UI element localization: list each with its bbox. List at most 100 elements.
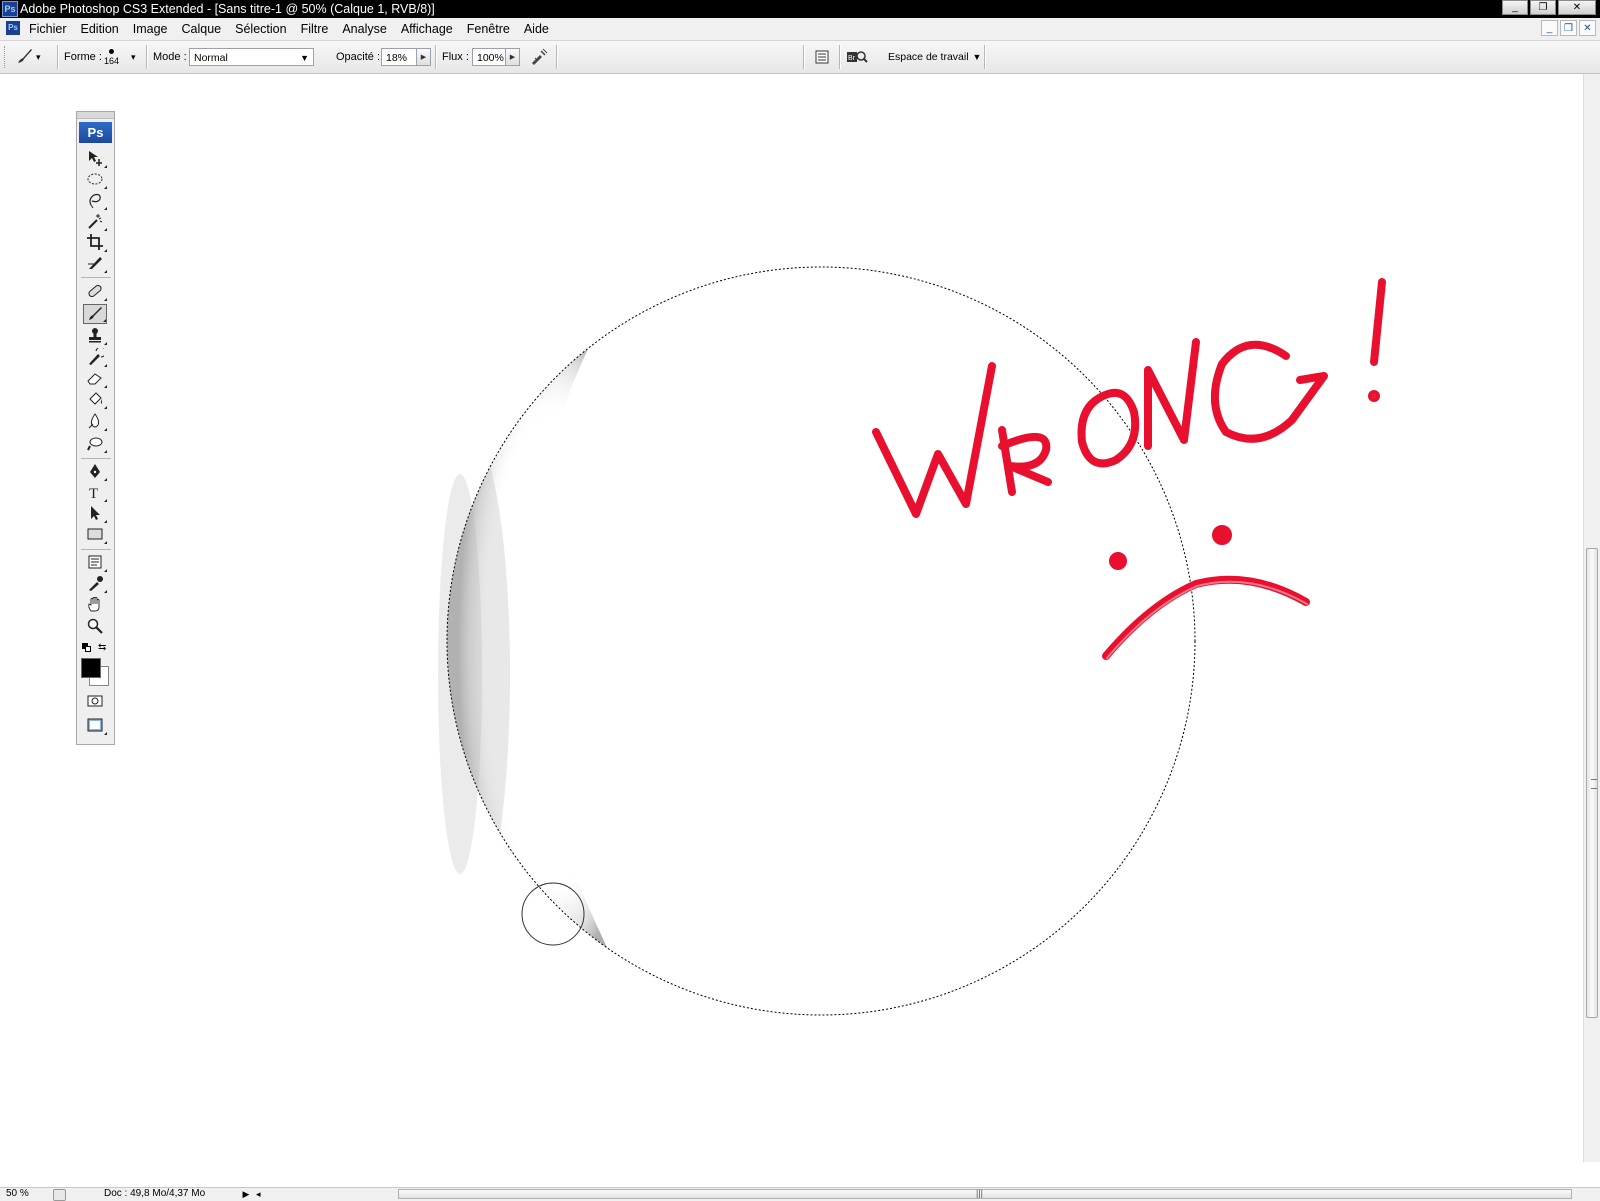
brush-tool[interactable]	[83, 304, 107, 324]
crop-tool[interactable]	[83, 233, 107, 253]
horizontal-scroll-thumb[interactable]	[398, 1189, 1572, 1199]
lasso-tool-icon	[86, 191, 104, 212]
menu-fichier[interactable]: Fichier	[29, 18, 74, 40]
title-bar: Ps Adobe Photoshop CS3 Extended - [Sans …	[0, 0, 1600, 18]
brush-preset-icon	[14, 45, 36, 70]
paint-bucket-tool[interactable]	[83, 390, 107, 410]
brush-picker-chevron-icon[interactable]: ▾	[131, 52, 136, 63]
history-brush-tool[interactable]	[83, 346, 107, 368]
crop-tool-icon	[86, 233, 104, 254]
menu-affichage[interactable]: Affichage	[394, 18, 460, 40]
clone-stamp-tool[interactable]	[83, 326, 107, 346]
zoom-tool-icon	[86, 617, 104, 638]
options-bar-grip[interactable]	[4, 46, 8, 68]
document-minimize-button[interactable]: _	[1541, 20, 1558, 36]
photoshop-app-icon: Ps	[2, 1, 18, 17]
default-colors-icon[interactable]	[82, 643, 92, 653]
eraser-tool[interactable]	[83, 369, 107, 389]
document-info: Doc : 49,8 Mo/4,37 Mo	[104, 1188, 206, 1199]
marquee-tool[interactable]	[83, 170, 107, 190]
dodge-tool[interactable]	[83, 434, 107, 454]
zoom-preview-icon[interactable]	[53, 1189, 66, 1201]
brush-shape-picker[interactable]: 164	[104, 41, 119, 73]
toolbox-panel: Ps T ⇆	[76, 111, 115, 745]
menu-filtre[interactable]: Filtre	[294, 18, 336, 40]
mode-label: Mode :	[153, 51, 187, 63]
slice-tool[interactable]	[83, 254, 107, 274]
type-tool[interactable]: T	[83, 483, 107, 503]
menu-calque[interactable]: Calque	[175, 18, 229, 40]
lasso-tool[interactable]	[83, 191, 107, 211]
mode-value: Normal	[194, 52, 228, 64]
status-menu-arrow-icon[interactable]: ▶	[240, 1188, 252, 1200]
airbrush-icon[interactable]	[528, 46, 550, 68]
workspace-menu[interactable]: Espace de travail ▼	[888, 41, 981, 73]
path-selection-tool[interactable]	[83, 504, 107, 524]
flux-slider-button[interactable]: ▶	[506, 48, 520, 66]
menu-selection[interactable]: Sélection	[228, 18, 293, 40]
vertical-scrollbar[interactable]	[1583, 74, 1600, 1162]
zoom-level[interactable]: 50 %	[6, 1188, 29, 1200]
document-icon[interactable]: Ps	[6, 21, 20, 35]
document-canvas[interactable]	[0, 74, 1583, 1187]
swap-colors-icon[interactable]: ⇆	[98, 642, 106, 653]
hand-tool-icon	[86, 595, 104, 616]
brush-tool-icon	[86, 304, 104, 325]
move-tool[interactable]	[83, 149, 107, 169]
document-restore-button[interactable]: ❐	[1560, 20, 1577, 36]
horizontal-scrollbar[interactable]: ◂ |||	[256, 1188, 1582, 1200]
tool-preset-picker[interactable]: ▾	[14, 41, 41, 73]
mode-select[interactable]: Normal ▼	[189, 48, 314, 66]
scroll-left-icon[interactable]: ◂	[256, 1188, 261, 1200]
photoshop-logo[interactable]: Ps	[79, 122, 112, 143]
path-selection-tool-icon	[86, 504, 104, 525]
palette-well-icon[interactable]	[811, 46, 833, 68]
workspace-dropdown-icon: ▼	[972, 52, 982, 62]
move-tool-icon	[86, 149, 104, 170]
healing-brush-tool[interactable]	[83, 282, 107, 302]
hand-tool[interactable]	[83, 595, 107, 615]
vertical-scroll-thumb[interactable]	[1586, 548, 1598, 1018]
bridge-search-icon[interactable]: Br	[846, 46, 868, 68]
window-title: Adobe Photoshop CS3 Extended - [Sans tit…	[20, 2, 435, 16]
healing-brush-tool-icon	[86, 282, 104, 303]
foreground-color-swatch[interactable]	[81, 658, 101, 678]
menu-analyse[interactable]: Analyse	[335, 18, 393, 40]
opacity-input[interactable]: 18%	[381, 48, 417, 66]
brush-tip-dot-icon	[109, 48, 115, 54]
screen-mode-icon	[86, 716, 104, 737]
svg-text:Br: Br	[848, 55, 856, 62]
notes-tool-icon	[86, 553, 104, 574]
forme-label: Forme :	[64, 51, 102, 63]
document-close-button[interactable]: ✕	[1579, 20, 1596, 36]
elliptical-marquee-tool-icon	[86, 170, 104, 191]
rectangle-tool[interactable]	[83, 525, 107, 545]
magic-wand-tool[interactable]	[83, 212, 107, 232]
screen-mode-button[interactable]	[83, 716, 107, 736]
canvas-artwork	[438, 266, 1386, 1016]
blur-tool[interactable]	[83, 412, 107, 432]
pen-tool-icon	[86, 462, 104, 483]
type-tool-icon: T	[86, 483, 104, 504]
menu-fenetre[interactable]: Fenêtre	[460, 18, 517, 40]
window-minimize-button[interactable]: _	[1502, 0, 1528, 15]
status-bar: 50 % Doc : 49,8 Mo/4,37 Mo ▶ ◂ |||	[0, 1187, 1600, 1201]
flux-input[interactable]: 100%	[472, 48, 506, 66]
menu-aide[interactable]: Aide	[517, 18, 556, 40]
menu-image[interactable]: Image	[126, 18, 175, 40]
opacity-slider-button[interactable]: ▶	[417, 48, 431, 66]
rectangle-tool-icon	[86, 525, 104, 546]
window-restore-button[interactable]: ❐	[1530, 0, 1556, 15]
window-close-button[interactable]: ✕	[1558, 0, 1596, 15]
pen-tool[interactable]	[83, 462, 107, 482]
quick-mask-button[interactable]	[83, 692, 107, 712]
eyedropper-tool[interactable]	[83, 574, 107, 594]
tool-options-bar: ▾ Forme : 164 ▾ Mode : Normal ▼ Opacité …	[0, 41, 1600, 74]
paint-bucket-tool-icon	[86, 390, 104, 411]
svg-text:T: T	[89, 486, 98, 501]
notes-tool[interactable]	[83, 553, 107, 573]
menu-edition[interactable]: Edition	[74, 18, 126, 40]
zoom-tool[interactable]	[83, 617, 107, 637]
wrong-annotation	[872, 278, 1386, 660]
toolbox-grip[interactable]	[77, 112, 114, 119]
